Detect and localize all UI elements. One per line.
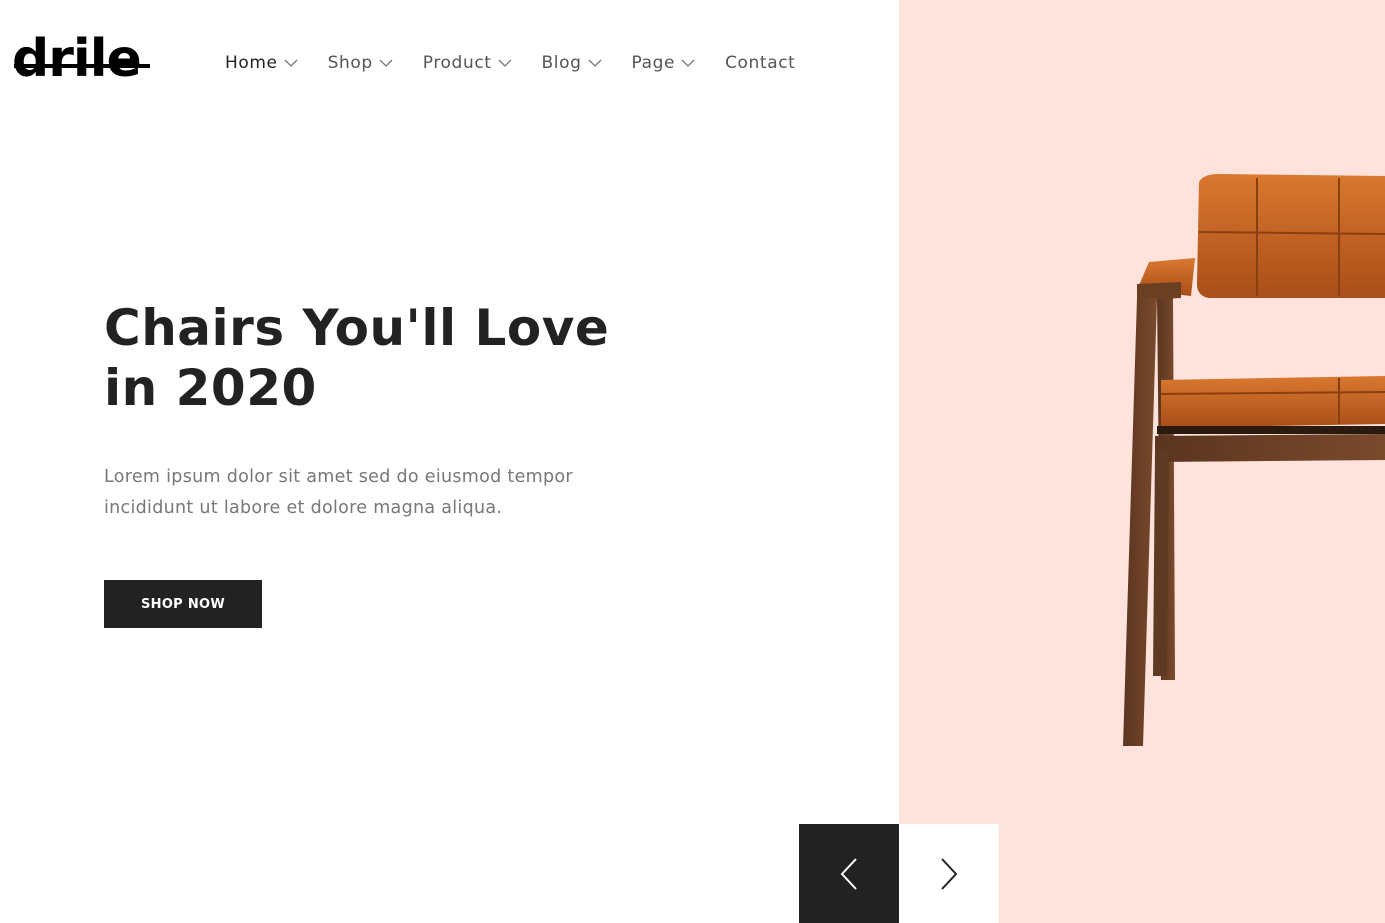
chevron-down-icon (379, 59, 393, 67)
hero-description-line-2: incididunt ut labore et dolore magna ali… (104, 498, 503, 518)
nav-item-contact[interactable]: Contact (725, 53, 795, 73)
nav-item-product[interactable]: Product (423, 53, 512, 73)
nav-label-contact: Contact (725, 53, 796, 73)
hero-description: Lorem ipsum dolor sit amet sed do eiusmo… (104, 462, 664, 524)
main-nav: Home Shop Product Blog Page Contact (225, 50, 825, 76)
chair-image (1123, 174, 1385, 746)
hero-description-line-1: Lorem ipsum dolor sit amet sed do eiusmo… (104, 467, 573, 487)
nav-label-product: Product (422, 53, 492, 73)
chevron-down-icon (588, 59, 601, 67)
nav-item-shop[interactable]: Shop (328, 53, 393, 73)
hero-image-panel (899, 0, 1385, 923)
nav-label-home: Home (225, 53, 278, 73)
slider-prev-button[interactable] (799, 824, 899, 923)
nav-item-blog[interactable]: Blog (542, 53, 602, 73)
logo[interactable]: drile (12, 30, 152, 88)
chevron-left-icon (840, 857, 857, 890)
slider-next-button[interactable] (899, 824, 999, 923)
hero-title-line-2: in 2020 (104, 359, 317, 417)
chevron-down-icon (681, 59, 695, 67)
nav-label-blog: Blog (541, 53, 582, 73)
hero-title-line-1: Chairs You'll Love (104, 299, 610, 357)
nav-item-page[interactable]: Page (632, 53, 696, 73)
nav-label-shop: Shop (327, 53, 373, 73)
chevron-right-icon (941, 857, 958, 890)
shop-now-button[interactable]: SHOP NOW (104, 580, 262, 628)
nav-label-page: Page (631, 53, 676, 73)
logo-strike-line (14, 64, 150, 68)
chevron-down-icon (284, 59, 298, 67)
logo-text: drile (12, 29, 142, 89)
chevron-down-icon (498, 59, 511, 67)
hero-title: Chairs You'll Love in 2020 (104, 298, 684, 418)
nav-item-home[interactable]: Home (225, 53, 298, 73)
